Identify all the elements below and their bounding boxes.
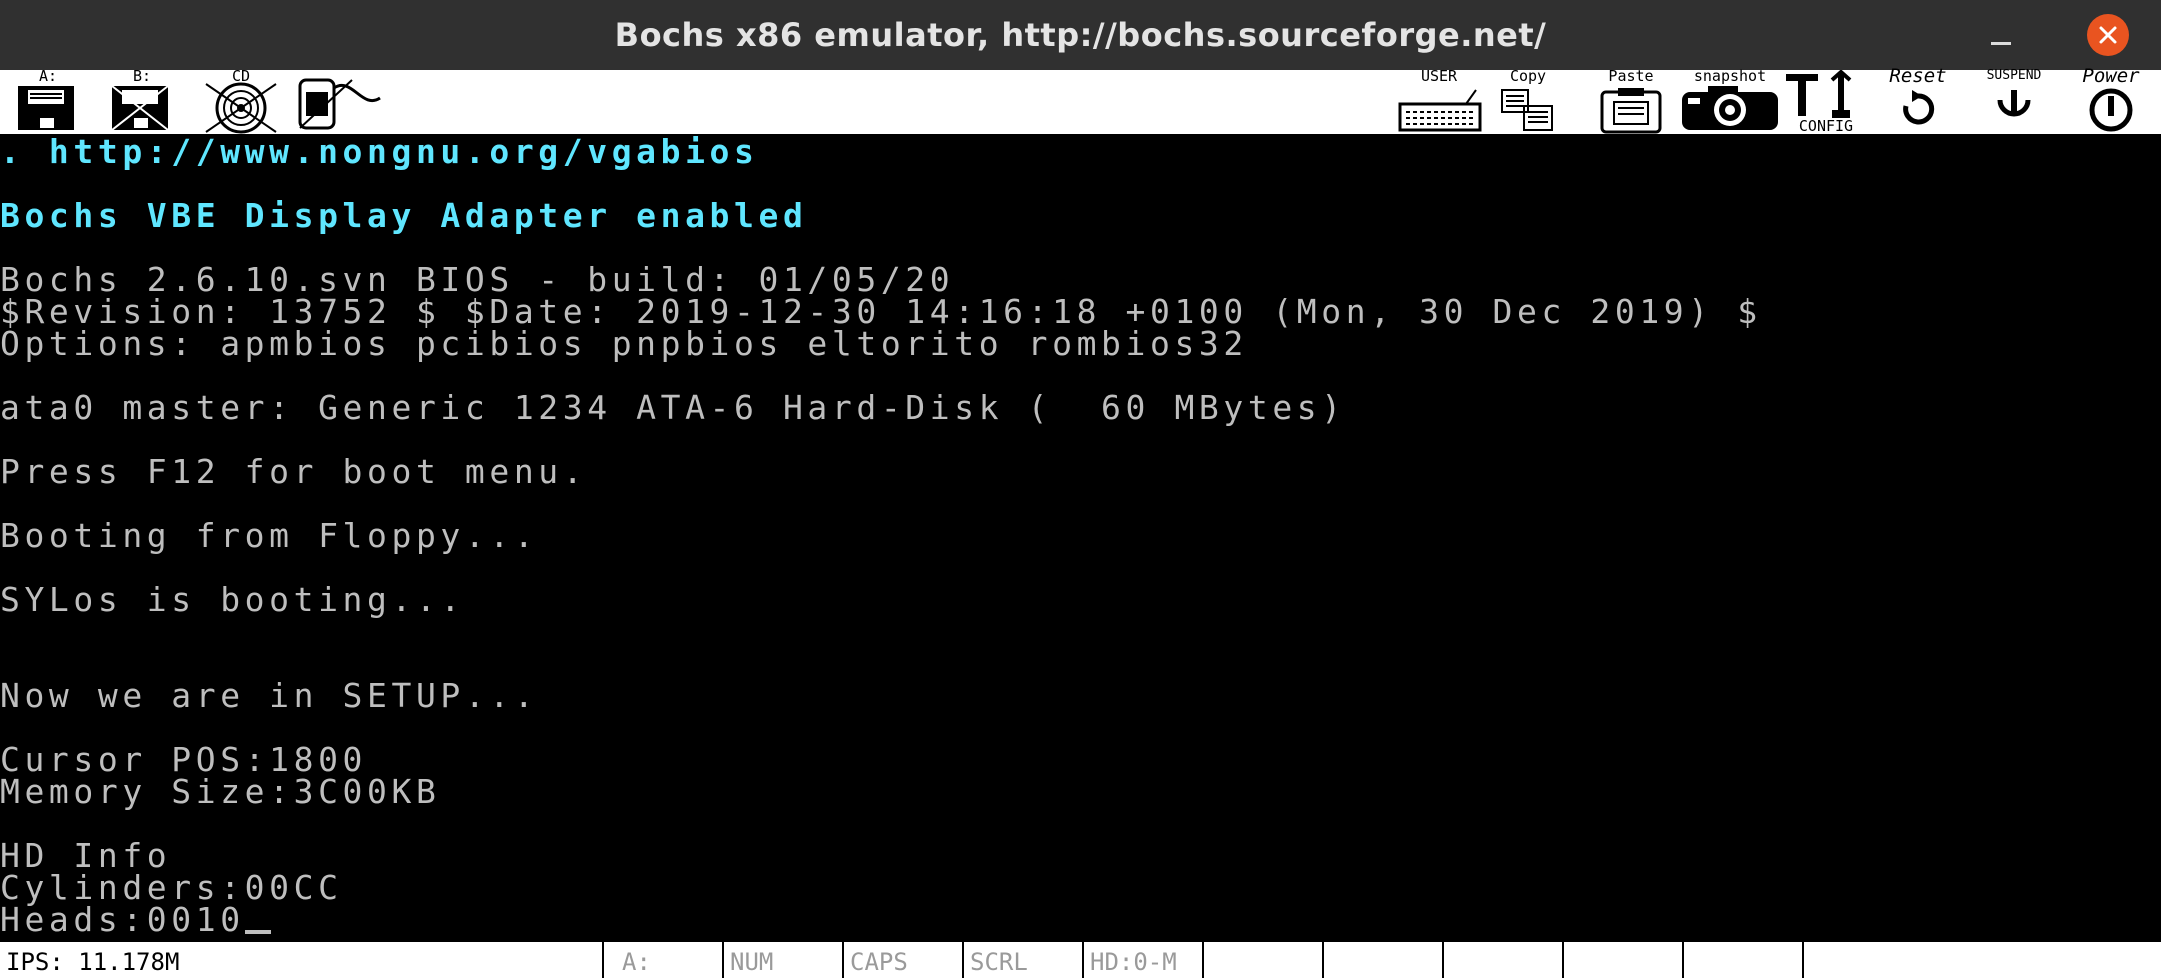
vbe-line: Bochs VBE Display Adapter enabled <box>0 196 808 235</box>
setup-line: Now we are in SETUP... <box>0 676 539 715</box>
caps-lock-status: CAPS <box>844 942 964 978</box>
reset-icon <box>1903 90 1935 125</box>
cdrom-button[interactable]: CD <box>196 68 286 134</box>
paste-button[interactable]: Paste <box>1596 68 1666 134</box>
status-slot-11 <box>1684 942 1804 978</box>
minimize-button[interactable] <box>1981 16 2021 56</box>
config-button[interactable]: CONFIG <box>1782 70 1870 134</box>
floppy-a-status: A: <box>604 942 724 978</box>
status-slot-9 <box>1444 942 1564 978</box>
reset-button[interactable]: Reset <box>1872 67 1964 134</box>
title-bar[interactable]: Bochs x86 emulator, http://bochs.sourcef… <box>0 0 2161 70</box>
paste-icon <box>1600 88 1662 134</box>
power-icon <box>2089 88 2133 132</box>
status-bar: IPS: 11.178M A: NUM CAPS SCRL HD:0-M <box>0 940 2161 978</box>
camera-icon <box>1682 86 1778 130</box>
suspend-icon <box>1997 90 2031 117</box>
options-line: Options: apmbios pcibios pnpbios eltorit… <box>0 324 1248 363</box>
vgabios-url-line: . http://www.nongnu.org/vgabios <box>0 132 759 171</box>
ips-status: IPS: 11.178M <box>0 942 604 978</box>
toolbar: A: B: CD USER Copy Paste snapshot CONFIG… <box>0 67 2161 136</box>
status-slot-10 <box>1564 942 1684 978</box>
hd-status: HD:0-M <box>1084 942 1204 978</box>
close-button[interactable] <box>2087 14 2129 56</box>
power-button[interactable]: Power <box>2064 67 2158 134</box>
window-title: Bochs x86 emulator, http://bochs.sourcef… <box>614 16 1547 54</box>
status-slot-7 <box>1204 942 1324 978</box>
ata-line: ata0 master: Generic 1234 ATA-6 Hard-Dis… <box>0 388 1346 427</box>
sylos-booting-line: SYLos is booting... <box>0 580 465 619</box>
floppy-a-icon <box>18 86 74 130</box>
copy-button[interactable]: Copy <box>1496 68 1560 134</box>
status-slot-8 <box>1324 942 1444 978</box>
heads-text: Heads:0010 <box>0 900 245 939</box>
emulator-screen[interactable]: . http://www.nongnu.org/vgabios Bochs VB… <box>0 132 2161 940</box>
cdrom-icon <box>205 82 277 134</box>
num-lock-status: NUM <box>724 942 844 978</box>
boot-menu-line: Press F12 for boot menu. <box>0 452 588 491</box>
floppy-b-button[interactable]: B: <box>104 68 180 134</box>
mouse-capture-button[interactable] <box>292 70 384 134</box>
heads-line: Heads:0010 <box>0 903 271 936</box>
snapshot-button[interactable]: snapshot <box>1678 68 1782 134</box>
user-button[interactable]: USER <box>1396 68 1482 134</box>
bochs-window: Bochs x86 emulator, http://bochs.sourcef… <box>0 0 2161 978</box>
floppy-a-button[interactable]: A: <box>10 68 86 134</box>
text-cursor <box>244 930 271 934</box>
close-icon <box>2099 26 2117 44</box>
scroll-lock-status: SCRL <box>964 942 1084 978</box>
config-label: CONFIG <box>1798 117 1854 135</box>
floppy-b-icon <box>111 85 169 131</box>
suspend-button[interactable]: SUSPEND <box>1966 68 2062 134</box>
keyboard-icon <box>1398 89 1482 132</box>
copy-icon <box>1501 89 1553 131</box>
booting-floppy-line: Booting from Floppy... <box>0 516 539 555</box>
mouse-icon <box>298 78 381 130</box>
minimize-icon <box>1991 41 2011 45</box>
memory-size-line: Memory Size:3C00KB <box>0 772 441 811</box>
